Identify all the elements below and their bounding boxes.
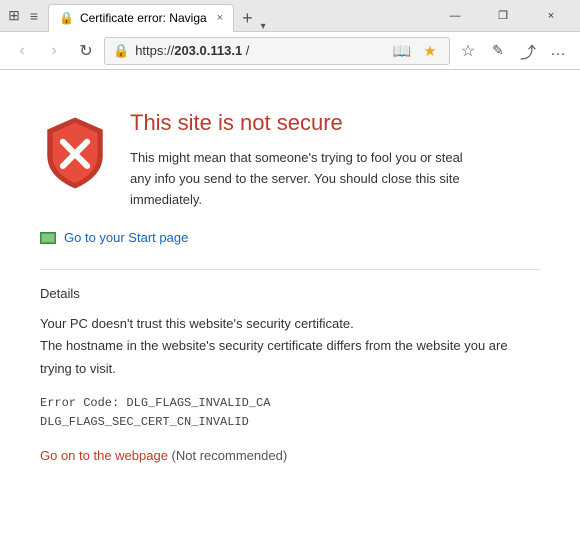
tab-area: 🔒 Certificate error: Naviga × + ▾ bbox=[48, 0, 266, 32]
tab-chevron[interactable]: ▾ bbox=[261, 21, 266, 32]
go-on-link: Go on to the webpage (Not recommended) bbox=[40, 448, 540, 463]
refresh-icon: ↻ bbox=[79, 41, 92, 61]
error-header: This site is not secure This might mean … bbox=[40, 110, 540, 210]
error-title: This site is not secure bbox=[130, 110, 470, 136]
start-page-anchor[interactable]: Go to your Start page bbox=[64, 230, 188, 245]
address-field[interactable]: 🔒 https://203.0.113.1 / 📖 ★ bbox=[104, 37, 450, 65]
forward-icon: › bbox=[51, 42, 56, 60]
share-icon[interactable]: ⤴ bbox=[514, 37, 542, 65]
active-tab[interactable]: 🔒 Certificate error: Naviga × bbox=[48, 4, 234, 32]
reading-mode-icon[interactable]: 📖 bbox=[391, 40, 413, 62]
error-code: Error Code: DLG_FLAGS_INVALID_CA DLG_FLA… bbox=[40, 394, 540, 432]
tab-list-icon[interactable]: ≡ bbox=[26, 8, 42, 24]
details-label: Details bbox=[40, 286, 540, 301]
title-bar: ⊞ ≡ 🔒 Certificate error: Naviga × + ▾ — … bbox=[0, 0, 580, 32]
hub-icon[interactable]: ☆ bbox=[454, 37, 482, 65]
start-page-link[interactable]: Go to your Start page bbox=[40, 230, 540, 245]
minimize-button[interactable]: — bbox=[432, 0, 478, 32]
go-on-anchor[interactable]: Go on to the webpage bbox=[40, 448, 168, 463]
refresh-button[interactable]: ↻ bbox=[72, 37, 100, 65]
favorites-icon[interactable]: ★ bbox=[419, 40, 441, 62]
tab-favicon: 🔒 bbox=[59, 11, 74, 25]
forward-button[interactable]: › bbox=[40, 37, 68, 65]
address-text: https://203.0.113.1 / bbox=[135, 43, 381, 58]
error-page-content: This site is not secure This might mean … bbox=[0, 70, 580, 554]
close-button[interactable]: × bbox=[528, 0, 574, 32]
tab-close-button[interactable]: × bbox=[217, 12, 223, 24]
notes-icon[interactable]: ✎ bbox=[484, 37, 512, 65]
lock-icon: 🔒 bbox=[113, 43, 129, 59]
address-bar-icons: 📖 ★ bbox=[391, 40, 441, 62]
details-text: Your PC doesn't trust this website's sec… bbox=[40, 313, 540, 379]
toolbar-icons: ☆ ✎ ⤴ … bbox=[454, 37, 572, 65]
restore-button[interactable]: ❐ bbox=[480, 0, 526, 32]
shield-icon bbox=[40, 114, 110, 184]
error-description: This might mean that someone's trying to… bbox=[130, 148, 470, 210]
new-tab-button[interactable]: + bbox=[234, 4, 261, 32]
address-bar: ‹ › ↻ 🔒 https://203.0.113.1 / 📖 ★ ☆ ✎ ⤴ … bbox=[0, 32, 580, 70]
new-tab-icon[interactable]: ⊞ bbox=[6, 8, 22, 24]
title-bar-left: ⊞ ≡ bbox=[6, 8, 42, 24]
back-icon: ‹ bbox=[19, 42, 24, 60]
not-recommended-text: (Not recommended) bbox=[168, 448, 287, 463]
window-controls: — ❐ × bbox=[432, 0, 574, 32]
back-button[interactable]: ‹ bbox=[8, 37, 36, 65]
error-text-block: This site is not secure This might mean … bbox=[130, 110, 470, 210]
start-page-icon bbox=[40, 232, 56, 244]
more-icon[interactable]: … bbox=[544, 37, 572, 65]
divider bbox=[40, 269, 540, 270]
tab-title: Certificate error: Naviga bbox=[80, 11, 207, 25]
